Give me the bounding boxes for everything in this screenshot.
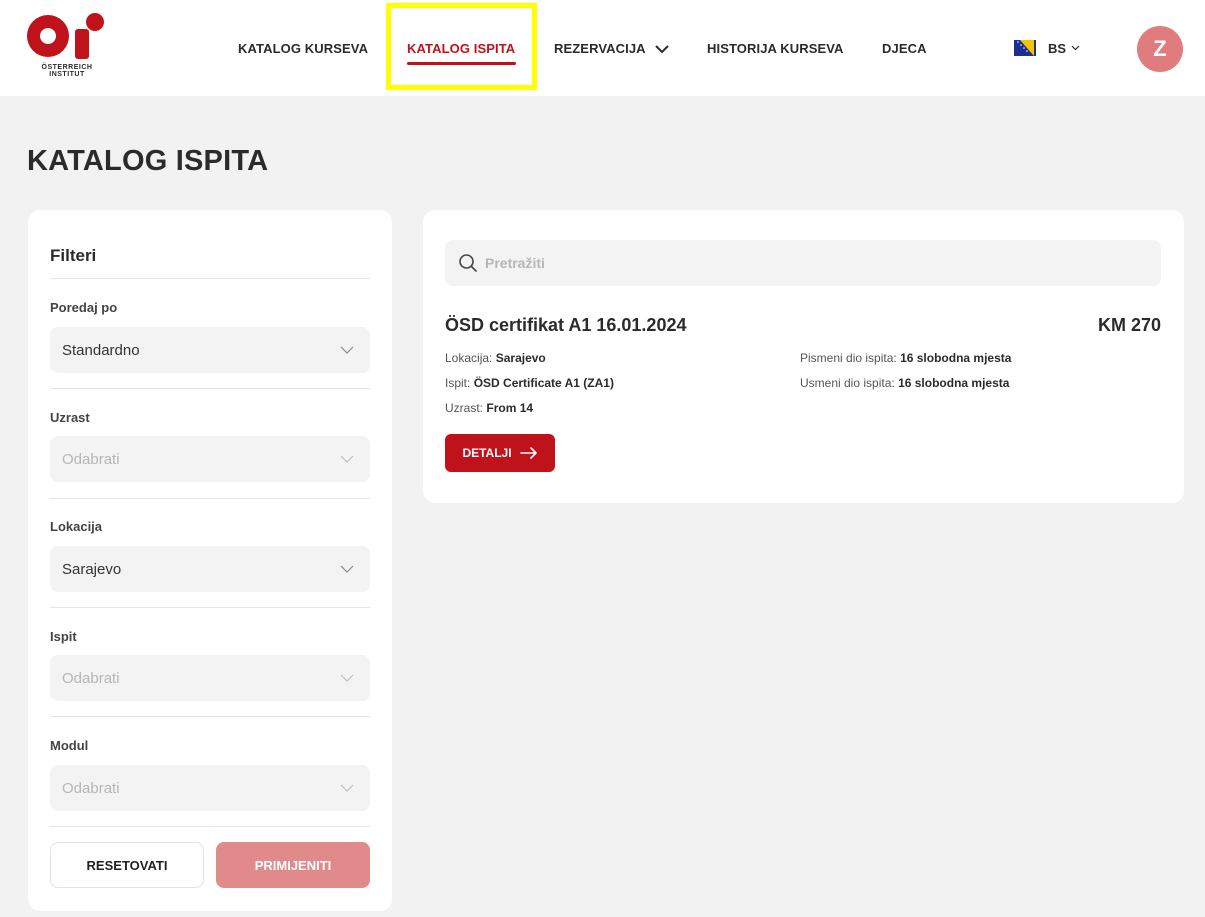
- sort-select-value: Standardno: [62, 342, 140, 359]
- exam-select[interactable]: Odabrati: [50, 655, 370, 701]
- page-title: KATALOG ISPITA: [27, 145, 269, 177]
- chevron-down-icon: [340, 565, 354, 573]
- exam-age-info: Uzrast: From 14: [445, 401, 533, 415]
- details-button-label: DETALJI: [462, 446, 512, 460]
- language-code: BS: [1048, 40, 1067, 56]
- exam-location-value: Sarajevo: [495, 351, 546, 365]
- exam-price: KM 270: [1097, 315, 1161, 335]
- exam-written-info: Pismeni dio ispita: 16 slobodna mjesta: [800, 351, 1011, 365]
- exam-results-panel: ÖSD certifikat A1 16.01.2024 KM 270 Loka…: [423, 210, 1184, 503]
- filter-panel: Filteri Poredaj po Standardno Uzrast Oda…: [28, 210, 392, 911]
- module-select-value: Odabrati: [62, 780, 120, 797]
- exam-oral-label: Usmeni dio ispita:: [800, 376, 895, 390]
- chevron-down-icon: [340, 674, 354, 682]
- exam-location-info: Lokacija: Sarajevo: [445, 351, 546, 365]
- exam-type-value: ÖSD Certificate A1 (ZA1): [473, 376, 614, 390]
- user-avatar[interactable]: Z: [1137, 26, 1183, 72]
- module-select[interactable]: Odabrati: [50, 765, 370, 811]
- exam-location-label: Lokacija:: [445, 351, 493, 365]
- location-select[interactable]: Sarajevo: [50, 546, 370, 592]
- divider: [50, 278, 370, 279]
- language-selector[interactable]: BS: [1014, 40, 1080, 56]
- nav-katalog-kurseva[interactable]: KATALOG KURSEVA: [238, 41, 368, 56]
- exam-age-label: Uzrast:: [445, 401, 484, 415]
- chevron-down-icon: [340, 784, 354, 792]
- sort-select[interactable]: Standardno: [50, 327, 370, 373]
- exam-written-label: Pismeni dio ispita:: [800, 351, 897, 365]
- nav-djeca[interactable]: DJECA: [882, 41, 927, 56]
- search-icon: [459, 254, 477, 272]
- exam-type-label: Ispit:: [445, 376, 471, 390]
- nav-rezervacija[interactable]: REZERVACIJA: [554, 41, 669, 56]
- nav-historija-kurseva[interactable]: HISTORIJA KURSEVA: [707, 41, 844, 56]
- top-navigation-bar: ÖSTERREICH INSTITUT KATALOG KURSEVA KATA…: [0, 0, 1205, 96]
- chevron-down-icon: [655, 45, 669, 54]
- divider: [50, 826, 370, 827]
- oi-logo-icon: [27, 13, 104, 59]
- exam-oral-info: Usmeni dio ispita: 16 slobodna mjesta: [800, 376, 1009, 390]
- search-input[interactable]: [485, 252, 1145, 274]
- highlight-box: [386, 3, 537, 90]
- apply-button[interactable]: PRIMIJENITI: [216, 842, 370, 888]
- location-select-value: Sarajevo: [62, 561, 122, 578]
- divider: [50, 388, 370, 389]
- logo-wordmark: ÖSTERREICH INSTITUT: [41, 64, 93, 78]
- exam-oral-value: 16 slobodna mjesta: [898, 376, 1010, 390]
- exam-age-value: From 14: [486, 401, 534, 415]
- arrow-right-icon: [519, 447, 537, 459]
- chevron-down-icon: [1071, 45, 1080, 51]
- filter-label-sort: Poredaj po: [50, 300, 118, 315]
- age-select-value: Odabrati: [62, 451, 120, 468]
- exam-type-info: Ispit: ÖSD Certificate A1 (ZA1): [445, 376, 614, 390]
- chevron-down-icon: [340, 455, 354, 463]
- bosnia-flag-icon: [1014, 40, 1036, 56]
- divider: [50, 607, 370, 608]
- exam-select-value: Odabrati: [62, 670, 120, 687]
- exam-written-value: 16 slobodna mjesta: [900, 351, 1012, 365]
- reset-button[interactable]: RESETOVATI: [50, 842, 204, 888]
- details-button[interactable]: DETALJI: [445, 434, 555, 472]
- oesterreich-institut-logo[interactable]: ÖSTERREICH INSTITUT: [27, 12, 107, 78]
- exam-title: ÖSD certifikat A1 16.01.2024: [445, 315, 687, 335]
- divider: [50, 498, 370, 499]
- filter-label-exam: Ispit: [50, 629, 77, 644]
- age-select[interactable]: Odabrati: [50, 436, 370, 482]
- filter-label-age: Uzrast: [50, 410, 90, 425]
- chevron-down-icon: [340, 346, 354, 354]
- divider: [50, 716, 370, 717]
- search-bar[interactable]: [445, 240, 1161, 286]
- filter-label-module: Modul: [50, 738, 89, 753]
- filter-label-location: Lokacija: [50, 519, 103, 534]
- filter-heading: Filteri: [50, 246, 97, 265]
- nav-rezervacija-label: REZERVACIJA: [554, 41, 646, 56]
